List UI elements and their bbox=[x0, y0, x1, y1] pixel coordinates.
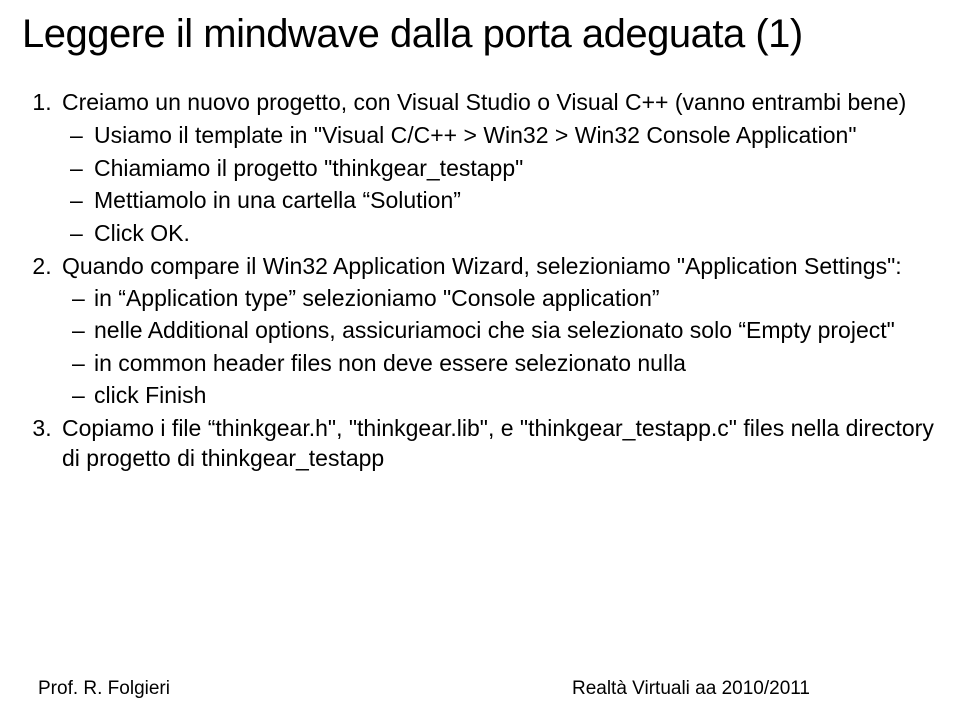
step-1-item-text: Chiamiamo il progetto "thinkgear_testapp… bbox=[94, 155, 523, 181]
step-3: Copiamo i file “thinkgear.h", "thinkgear… bbox=[58, 414, 938, 473]
step-2-item: in “Application type” selezioniamo "Cons… bbox=[66, 284, 938, 313]
step-2-text: Quando compare il Win32 Application Wiza… bbox=[62, 253, 902, 279]
step-1: Creiamo un nuovo progetto, con Visual St… bbox=[58, 88, 938, 248]
step-1-item: Usiamo il template in "Visual C/C++ > Wi… bbox=[66, 121, 938, 150]
step-2-item: nelle Additional options, assicuriamoci … bbox=[66, 316, 938, 345]
step-1-text: Creiamo un nuovo progetto, con Visual St… bbox=[62, 89, 906, 115]
step-1-item-text: Click OK. bbox=[94, 220, 190, 246]
step-2-item-text: click Finish bbox=[94, 382, 206, 408]
numbered-list: Creiamo un nuovo progetto, con Visual St… bbox=[22, 88, 938, 473]
step-2-item: click Finish bbox=[66, 381, 938, 410]
step-1-item: Chiamiamo il progetto "thinkgear_testapp… bbox=[66, 154, 938, 183]
step-1-item: Mettiamolo in una cartella “Solution” bbox=[66, 186, 938, 215]
step-2-item-text: nelle Additional options, assicuriamoci … bbox=[94, 317, 895, 343]
step-2-item-text: in common header files non deve essere s… bbox=[94, 350, 686, 376]
step-1-item-text: Usiamo il template in "Visual C/C++ > Wi… bbox=[94, 122, 857, 148]
slide-title: Leggere il mindwave dalla porta adeguata… bbox=[22, 10, 938, 58]
step-2-sublist: in “Application type” selezioniamo "Cons… bbox=[62, 284, 938, 411]
slide: Leggere il mindwave dalla porta adeguata… bbox=[0, 0, 960, 714]
step-3-text: Copiamo i file “thinkgear.h", "thinkgear… bbox=[62, 415, 934, 470]
footer-author: Prof. R. Folgieri bbox=[38, 678, 170, 700]
footer-course: Realtà Virtuali aa 2010/2011 bbox=[572, 678, 810, 700]
step-2-item-text: in “Application type” selezioniamo "Cons… bbox=[94, 285, 660, 311]
step-2-item: in common header files non deve essere s… bbox=[66, 349, 938, 378]
step-1-item: Click OK. bbox=[66, 219, 938, 248]
step-2: Quando compare il Win32 Application Wiza… bbox=[58, 252, 938, 410]
step-1-item-text: Mettiamolo in una cartella “Solution” bbox=[94, 187, 461, 213]
slide-body: Creiamo un nuovo progetto, con Visual St… bbox=[22, 88, 938, 473]
step-1-sublist: Usiamo il template in "Visual C/C++ > Wi… bbox=[62, 121, 938, 248]
